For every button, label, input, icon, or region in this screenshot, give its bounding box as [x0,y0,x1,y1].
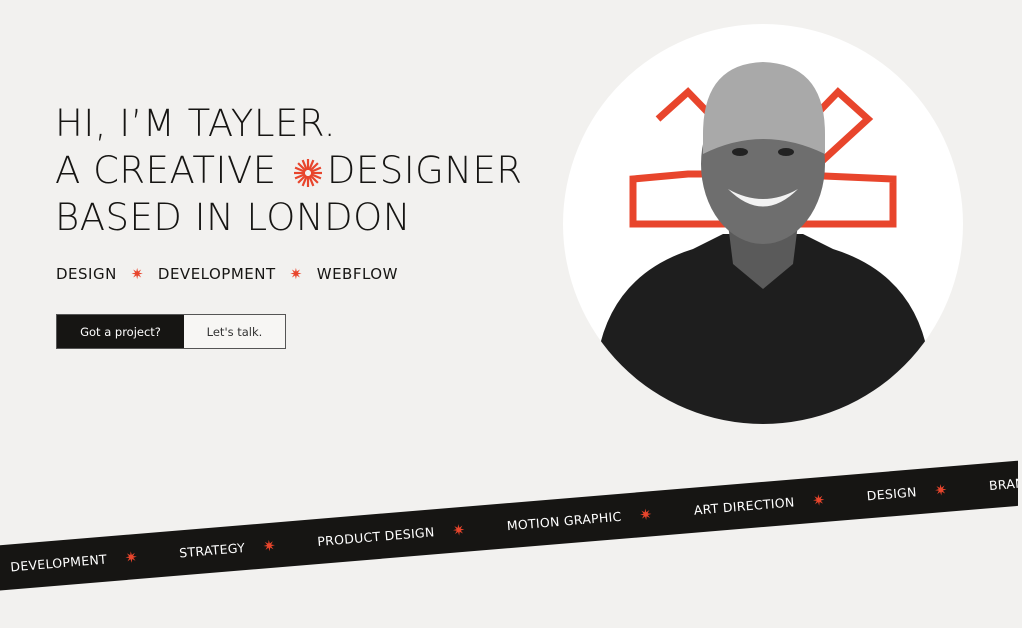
service-development: DEVELOPMENT [157,265,276,283]
ticker-item: MOTION GRAPHIC [506,508,623,534]
ticker-item: STRATEGY [178,540,246,561]
ticker-item: DESIGN [866,484,918,504]
ticker-item: ART DIRECTION [693,494,796,518]
got-a-project-button[interactable]: Got a project? [57,315,184,348]
services-list: DESIGN ✷ DEVELOPMENT ✷ WEBFLOW [56,265,398,283]
ticker-item: PRODUCT DESIGN [316,524,436,549]
asterisk-star-icon: ✷ [262,536,277,555]
ticker-item: BRANDING [988,472,1022,494]
headline-line-2: A CREATIVE DESIGNER [55,147,523,194]
asterisk-star-icon: ✷ [130,265,144,283]
service-design: DESIGN [56,265,117,283]
asterisk-star-icon: ✷ [811,490,826,510]
headline-text: DESIGNER [326,149,523,192]
service-webflow: WEBFLOW [316,265,398,283]
headline-line-1: HI, I’M TAYLER. [55,102,337,145]
cta-group: Got a project? Let's talk. [56,314,286,349]
headline-text: A CREATIVE [55,149,277,192]
sunburst-icon [293,158,322,187]
lets-talk-button[interactable]: Let's talk. [184,315,285,348]
asterisk-star-icon: ✷ [289,265,303,283]
portrait-photo [563,24,963,424]
asterisk-star-icon: ✷ [124,547,139,567]
portrait-image [598,62,928,424]
hero-headline: HI, I’M TAYLER. A CREATIVE DESIGNER BASE… [55,100,523,241]
asterisk-star-icon: ✷ [933,480,948,500]
asterisk-star-icon: ✷ [638,504,653,524]
skills-ticker-band: DEVELOPMENT ✷ STRATEGY ✷ PRODUCT DESIGN ✷ MOTI… [0,457,1022,594]
asterisk-star-icon: ✷ [451,520,466,540]
ticker-item: DEVELOPMENT [9,551,108,575]
headline-line-3: BASED IN LONDON [55,196,411,239]
